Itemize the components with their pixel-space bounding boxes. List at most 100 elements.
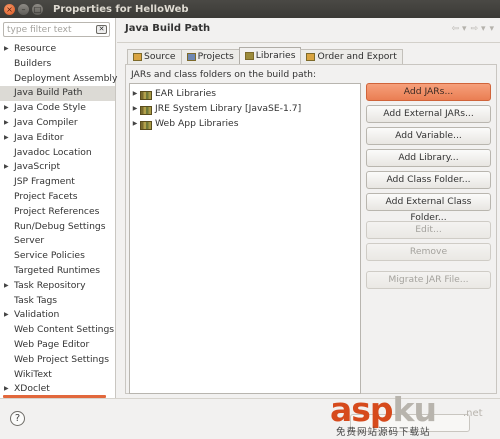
sidebar-item-label: Targeted Runtimes bbox=[14, 264, 100, 276]
sidebar-item-label: Javadoc Location bbox=[14, 146, 92, 158]
back-arrow-icon[interactable]: ⇦ ▾ bbox=[452, 24, 467, 34]
expand-arrow-icon[interactable]: ▶ bbox=[130, 117, 140, 131]
sidebar-item-label: Builders bbox=[14, 57, 52, 69]
sidebar-item[interactable]: Java Build Path bbox=[0, 86, 115, 102]
expand-arrow-icon[interactable]: ▶ bbox=[130, 102, 140, 116]
tab-icon bbox=[306, 53, 316, 61]
tab-source[interactable]: Source bbox=[127, 49, 182, 64]
sidebar-item[interactable]: ▶ JavaScript bbox=[0, 160, 115, 175]
sidebar-item[interactable]: Web Project Settings bbox=[0, 353, 115, 368]
window-controls: × – □ bbox=[4, 3, 43, 15]
sidebar-item-label: Task Tags bbox=[14, 294, 58, 306]
sidebar-item[interactable]: Project References bbox=[0, 205, 115, 220]
sidebar-item[interactable]: JSP Fragment bbox=[0, 175, 115, 190]
sidebar-item-label: Resource bbox=[14, 43, 57, 54]
sidebar-item[interactable]: ▶ Task Repository bbox=[0, 279, 115, 294]
forward-arrow-icon[interactable]: ⇨ ▾ bbox=[471, 24, 486, 34]
library-item[interactable]: ▶ JRE System Library [JavaSE-1.7] bbox=[130, 102, 301, 116]
sidebar-item-label: Project Facets bbox=[14, 190, 78, 202]
tab-label: Libraries bbox=[255, 50, 296, 61]
sidebar-item-label: Web Page Editor bbox=[14, 338, 90, 350]
window-title: Properties for HelloWeb bbox=[53, 3, 189, 15]
heading-divider bbox=[117, 42, 500, 43]
sidebar-item[interactable]: ▶ Resource bbox=[0, 42, 115, 57]
filter-input[interactable] bbox=[4, 23, 92, 36]
remove-button[interactable]: Remove bbox=[366, 243, 491, 261]
sidebar-item-label: Java Compiler bbox=[14, 116, 78, 128]
page-title: Java Build Path bbox=[125, 23, 211, 34]
sidebar-item-label: WikiText bbox=[14, 368, 52, 380]
library-item[interactable]: ▶ Web App Libraries bbox=[130, 117, 239, 131]
sidebar-item[interactable]: Targeted Runtimes bbox=[0, 264, 115, 279]
sidebar-item-label: Java Editor bbox=[14, 131, 64, 143]
sidebar-item-label: Task Repository bbox=[14, 279, 86, 291]
sidebar-item-label: Java Code Style bbox=[14, 102, 86, 114]
edit-button[interactable]: Edit... bbox=[366, 221, 491, 239]
add-external-class-folder-button[interactable]: Add External Class Folder... bbox=[366, 193, 491, 223]
library-label: JRE System Library [JavaSE-1.7] bbox=[155, 103, 302, 114]
library-list[interactable]: ▶ EAR Libraries ▶ JRE System Library [JavaS… bbox=[129, 83, 361, 394]
expand-arrow-icon[interactable]: ▶ bbox=[4, 116, 9, 131]
sidebar: ✕ ▶ Resource Builders Deployment Assembly Ja… bbox=[0, 18, 117, 398]
tab-projects[interactable]: Projects bbox=[180, 49, 240, 64]
expand-arrow-icon[interactable]: ▶ bbox=[4, 279, 9, 294]
migrate-jar-file-button[interactable]: Migrate JAR File... bbox=[366, 271, 491, 289]
close-window-button[interactable]: × bbox=[4, 3, 15, 15]
sidebar-item[interactable]: ▶ Java Code Style bbox=[0, 101, 115, 116]
add-jars-button[interactable]: Add JARs... bbox=[366, 83, 491, 101]
title-bar: × – □ Properties for HelloWeb bbox=[0, 0, 500, 18]
sidebar-item[interactable]: Server bbox=[0, 234, 115, 249]
property-page-tree: ▶ Resource Builders Deployment Assembly Java… bbox=[0, 42, 117, 397]
main-panel: Java Build Path ⇦ ▾ ⇨ ▾ ▾ Source Projects… bbox=[117, 18, 500, 398]
clear-filter-icon[interactable]: ✕ bbox=[96, 25, 107, 34]
add-library-button[interactable]: Add Library... bbox=[366, 149, 491, 167]
expand-arrow-icon[interactable]: ▶ bbox=[4, 42, 9, 57]
expand-arrow-icon[interactable]: ▶ bbox=[4, 101, 9, 116]
sidebar-item-label: Java Build Path bbox=[14, 87, 83, 99]
library-item[interactable]: ▶ EAR Libraries bbox=[130, 87, 216, 101]
sidebar-item[interactable]: Web Content Settings bbox=[0, 323, 115, 338]
view-menu-icon[interactable]: ▾ bbox=[489, 24, 494, 34]
sidebar-item[interactable]: Web Page Editor bbox=[0, 338, 115, 353]
tab-order-and-export[interactable]: Order and Export bbox=[300, 49, 403, 64]
maximize-window-button[interactable]: □ bbox=[32, 3, 43, 15]
sidebar-item[interactable]: Service Policies bbox=[0, 249, 115, 264]
sidebar-item[interactable]: Project Facets bbox=[0, 190, 115, 205]
tab-label: Order and Export bbox=[317, 51, 397, 62]
sidebar-item[interactable]: ▶ Java Compiler bbox=[0, 116, 115, 131]
library-icon bbox=[140, 120, 152, 130]
sidebar-item-label: Server bbox=[14, 235, 45, 247]
minimize-window-button[interactable]: – bbox=[18, 3, 29, 15]
tab-libraries[interactable]: Libraries bbox=[238, 47, 302, 64]
sidebar-item-label: Web Project Settings bbox=[14, 353, 109, 365]
expand-arrow-icon[interactable]: ▶ bbox=[4, 308, 9, 323]
sidebar-item-label: XDoclet bbox=[14, 383, 50, 395]
tab-label: Projects bbox=[197, 51, 234, 62]
expand-arrow-icon[interactable]: ▶ bbox=[4, 160, 9, 175]
sidebar-item-label: Service Policies bbox=[14, 250, 85, 262]
sidebar-item[interactable]: Builders bbox=[0, 57, 115, 72]
sidebar-item[interactable]: WikiText bbox=[0, 368, 115, 383]
sidebar-item[interactable]: Run/Debug Settings bbox=[0, 220, 115, 235]
sidebar-item-label: Web Content Settings bbox=[14, 324, 115, 336]
sidebar-item[interactable]: Task Tags bbox=[0, 294, 115, 309]
filter-field[interactable]: ✕ bbox=[3, 22, 110, 37]
list-label: JARs and class folders on the build path… bbox=[131, 69, 317, 80]
library-label: EAR Libraries bbox=[155, 88, 217, 99]
sidebar-item[interactable]: ▶ Validation bbox=[0, 308, 115, 323]
add-external-jars-button[interactable]: Add External JARs... bbox=[366, 105, 491, 123]
sidebar-item[interactable]: Javadoc Location bbox=[0, 146, 115, 161]
tab-bar: Source Projects Libraries Order and Export bbox=[127, 47, 403, 64]
sidebar-item-label: Validation bbox=[14, 309, 60, 321]
add-class-folder-button[interactable]: Add Class Folder... bbox=[366, 171, 491, 189]
history-nav: ⇦ ▾ ⇨ ▾ ▾ bbox=[452, 24, 494, 34]
expand-arrow-icon[interactable]: ▶ bbox=[130, 87, 140, 101]
sidebar-item[interactable]: Deployment Assembly bbox=[0, 72, 117, 87]
ok-button[interactable] bbox=[350, 414, 470, 432]
expand-arrow-icon[interactable]: ▶ bbox=[4, 131, 9, 146]
help-icon[interactable]: ? bbox=[10, 411, 25, 426]
library-label: Web App Libraries bbox=[155, 118, 239, 129]
add-variable-button[interactable]: Add Variable... bbox=[366, 127, 491, 145]
library-icon bbox=[140, 90, 152, 100]
sidebar-item[interactable]: ▶ Java Editor bbox=[0, 131, 115, 146]
